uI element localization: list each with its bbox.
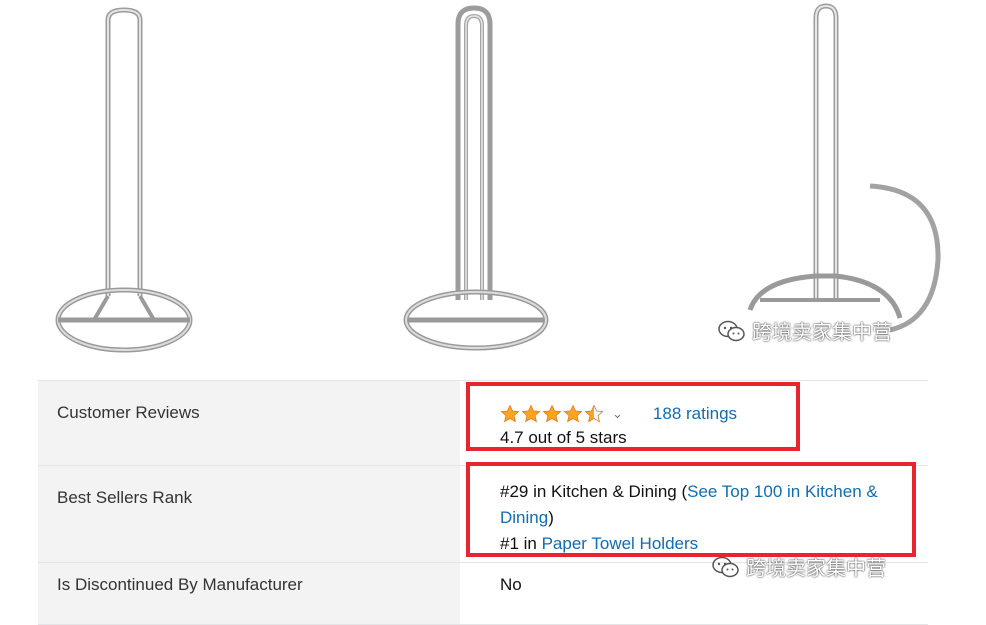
star-full-icon — [563, 404, 583, 423]
table-row: Best Sellers Rank #29 in Kitchen & Dinin… — [38, 465, 928, 563]
product-images: 跨境卖家集中营 — [0, 0, 986, 378]
paper-towel-holders-link[interactable]: Paper Towel Holders — [542, 534, 699, 553]
table-row: Customer Reviews ⌄ 188 ratings 4.7 out o… — [38, 380, 928, 466]
rank-category-text: #1 in — [500, 534, 542, 553]
star-rating[interactable] — [500, 404, 604, 424]
discontinued-label: Is Discontinued By Manufacturer — [38, 562, 460, 625]
product-details-table: Customer Reviews ⌄ 188 ratings 4.7 out o… — [38, 380, 928, 625]
product-image-2[interactable] — [396, 0, 566, 378]
customer-reviews-label: Customer Reviews — [38, 380, 460, 466]
star-full-icon — [500, 404, 520, 423]
star-full-icon — [521, 404, 541, 423]
best-sellers-rank-label: Best Sellers Rank — [38, 465, 460, 563]
wechat-icon — [712, 556, 739, 577]
product-image-1[interactable] — [40, 0, 220, 378]
ratings-link[interactable]: 188 ratings — [653, 404, 737, 424]
watermark-text: 跨境卖家集中营 — [746, 556, 886, 580]
rank-kitchen-text: #29 in Kitchen & Dining ( — [500, 482, 688, 501]
watermark-text: 跨境卖家集中营 — [752, 320, 892, 344]
watermark: 跨境卖家集中营 — [712, 552, 886, 581]
best-sellers-rank-value: #29 in Kitchen & Dining (See Top 100 in … — [460, 465, 928, 563]
watermark: 跨境卖家集中营 — [718, 316, 892, 345]
star-half-icon — [584, 404, 604, 423]
star-full-icon — [542, 404, 562, 423]
rank-kitchen-suffix: ) — [548, 508, 554, 527]
customer-reviews-value: ⌄ 188 ratings 4.7 out of 5 stars — [460, 380, 928, 466]
rating-summary: 4.7 out of 5 stars — [500, 428, 627, 447]
wechat-icon — [718, 320, 745, 341]
chevron-down-icon[interactable]: ⌄ — [612, 406, 623, 422]
